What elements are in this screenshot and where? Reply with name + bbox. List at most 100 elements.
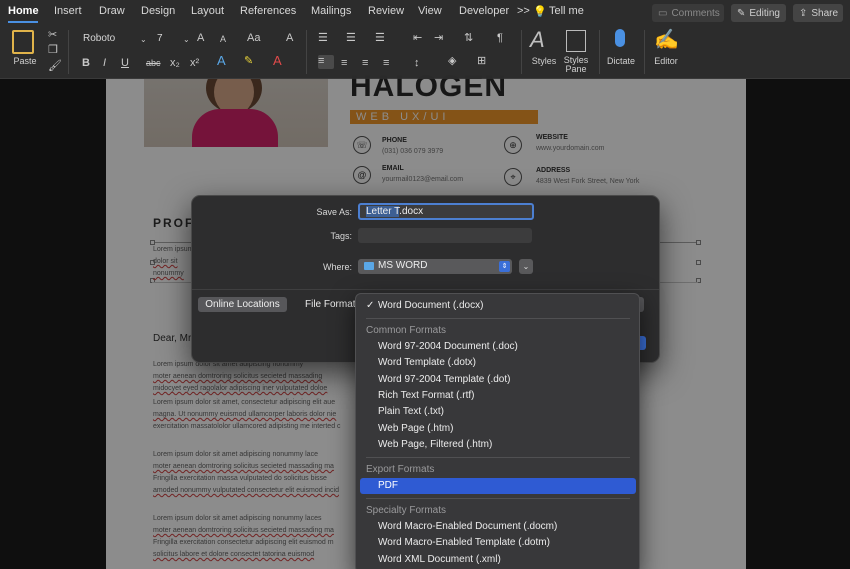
pencil-icon: ✎	[737, 7, 746, 19]
menu-item-docx[interactable]: ✓ Word Document (.docx)	[360, 298, 636, 314]
sort-icon[interactable]: ⇅	[464, 32, 473, 44]
file-format-label: File Format	[305, 299, 356, 310]
strikethrough-button[interactable]: abc	[146, 57, 161, 69]
menu-section-header: Specialty Formats	[366, 505, 447, 516]
borders-icon[interactable]: ⊞	[477, 55, 486, 67]
copy-icon[interactable]: ❐	[48, 44, 58, 56]
filename-input[interactable]: Letter T.docx	[358, 203, 534, 220]
updown-arrows-icon: ⇕	[499, 261, 510, 272]
cut-icon[interactable]: ✂	[48, 29, 57, 41]
italic-button[interactable]: I	[103, 57, 106, 69]
menu-section-header: Export Formats	[366, 464, 435, 475]
shrink-font-icon[interactable]: A	[220, 33, 226, 45]
folder-icon	[364, 262, 374, 270]
where-label: Where:	[322, 262, 352, 272]
toolbar-divider	[521, 30, 522, 74]
chevron-down-icon[interactable]: ⌄	[183, 34, 190, 46]
menu-item-txt[interactable]: Plain Text (.txt)	[360, 404, 636, 420]
menu-item-dotx[interactable]: Word Template (.dotx)	[360, 355, 636, 371]
menu-item-rtf[interactable]: Rich Text Format (.rtf)	[360, 388, 636, 404]
paste-label: Paste	[13, 56, 37, 66]
toolbar-divider	[599, 30, 600, 74]
dictate-label: Dictate	[606, 56, 635, 66]
line-spacing-icon[interactable]: ↕	[414, 57, 420, 69]
expand-dialog-button[interactable]: ⌄	[519, 259, 533, 274]
numbering-icon[interactable]: ☰	[346, 32, 356, 44]
editor-icon[interactable]: ✍	[654, 28, 679, 52]
show-formatting-icon[interactable]: ¶	[497, 32, 503, 44]
more-tabs-icon[interactable]: >>	[517, 5, 530, 17]
styles-icon[interactable]: A	[530, 28, 545, 52]
where-select[interactable]: MS WORD ⇕	[358, 259, 512, 274]
underline-button[interactable]: U	[121, 57, 129, 69]
justify-icon[interactable]: ≡	[383, 57, 389, 69]
editing-button[interactable]: ✎ Editing	[731, 4, 786, 22]
text-effects-icon[interactable]: A	[217, 54, 226, 67]
menu-item-htm[interactable]: Web Page (.htm)	[360, 421, 636, 437]
menu-divider	[366, 498, 630, 499]
ribbon-tabs: Home Insert Draw Design Layout Reference…	[0, 0, 850, 24]
format-painter-icon[interactable]: 🖌	[48, 60, 62, 72]
checkmark-icon: ✓	[366, 300, 375, 311]
tell-me-search[interactable]: Tell me	[549, 5, 584, 17]
styles-pane-icon[interactable]	[566, 30, 586, 52]
align-left-icon[interactable]: ≡	[318, 55, 334, 69]
share-button[interactable]: ⇪ Share	[793, 4, 843, 22]
save-as-label: Save As:	[316, 207, 352, 217]
editor-label: Editor	[654, 56, 678, 66]
tab-layout[interactable]: Layout	[191, 5, 224, 17]
tab-insert[interactable]: Insert	[54, 5, 82, 17]
menu-item-pdf[interactable]: PDF	[360, 478, 636, 494]
tab-home[interactable]: Home	[8, 5, 39, 17]
tab-draw[interactable]: Draw	[99, 5, 125, 17]
menu-item-dot[interactable]: Word 97-2004 Template (.dot)	[360, 372, 636, 388]
tab-mailings[interactable]: Mailings	[311, 5, 351, 17]
share-icon: ⇪	[799, 7, 808, 19]
superscript-button[interactable]: x²	[190, 57, 199, 69]
comments-button[interactable]: ▭ Comments	[652, 4, 724, 22]
decrease-indent-icon[interactable]: ⇤	[413, 32, 422, 44]
comment-icon: ▭	[658, 7, 668, 19]
menu-item-dotm[interactable]: Word Macro-Enabled Template (.dotm)	[360, 535, 636, 551]
menu-divider	[366, 457, 630, 458]
toolbar-divider	[644, 30, 645, 74]
bold-button[interactable]: B	[82, 57, 90, 69]
paste-icon[interactable]	[12, 30, 34, 54]
microphone-icon[interactable]	[615, 29, 625, 47]
toolbar-divider	[306, 30, 307, 74]
tab-design[interactable]: Design	[141, 5, 175, 17]
tags-label: Tags:	[330, 231, 352, 241]
subscript-button[interactable]: x₂	[170, 57, 180, 69]
styles-label: Styles	[531, 56, 557, 66]
change-case-icon[interactable]: Aa	[247, 32, 260, 44]
shading-icon[interactable]: ◈	[448, 55, 456, 67]
tags-input[interactable]	[358, 228, 532, 243]
bullets-icon[interactable]: ☰	[318, 32, 328, 44]
file-format-menu: ✓ Word Document (.docx) Common Formats W…	[355, 293, 640, 569]
tab-review[interactable]: Review	[368, 5, 404, 17]
menu-item-docm[interactable]: Word Macro-Enabled Document (.docm)	[360, 519, 636, 535]
clear-formatting-icon[interactable]: A	[286, 32, 293, 44]
font-color-icon[interactable]: A	[273, 54, 282, 67]
menu-item-doc[interactable]: Word 97-2004 Document (.doc)	[360, 339, 636, 355]
menu-item-htm-filtered[interactable]: Web Page, Filtered (.htm)	[360, 437, 636, 453]
online-locations-button[interactable]: Online Locations	[198, 297, 287, 312]
tab-developer[interactable]: Developer	[459, 5, 509, 17]
align-center-icon[interactable]: ≡	[341, 57, 347, 69]
highlight-icon[interactable]: ✎	[244, 55, 253, 67]
styles-pane-label: Styles Pane	[563, 55, 589, 74]
active-tab-indicator	[8, 21, 38, 23]
align-right-icon[interactable]: ≡	[362, 57, 368, 69]
lightbulb-icon[interactable]: 💡	[533, 5, 547, 18]
dialog-divider	[192, 289, 659, 290]
menu-divider	[366, 318, 630, 319]
menu-section-header: Common Formats	[366, 325, 447, 336]
tab-view[interactable]: View	[418, 5, 442, 17]
toolbar-divider	[68, 30, 69, 74]
grow-font-icon[interactable]: A	[197, 32, 204, 44]
chevron-down-icon[interactable]: ⌄	[140, 34, 147, 46]
increase-indent-icon[interactable]: ⇥	[434, 32, 443, 44]
tab-references[interactable]: References	[240, 5, 296, 17]
multilevel-list-icon[interactable]: ☰	[375, 32, 385, 44]
menu-item-xml[interactable]: Word XML Document (.xml)	[360, 552, 636, 568]
